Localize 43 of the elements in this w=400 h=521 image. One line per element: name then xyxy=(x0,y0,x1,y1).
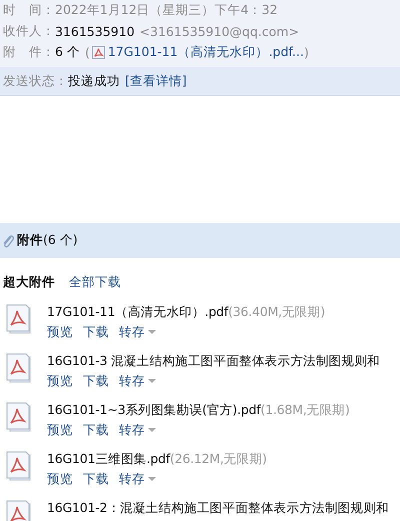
field-value: 2022年1月12日（星期三）下午4：32 xyxy=(55,2,278,19)
paren: ) xyxy=(304,45,309,60)
caret-icon xyxy=(148,428,156,432)
group-label: 超大附件 xyxy=(3,274,55,290)
status-value: 投递成功 xyxy=(68,72,120,90)
file-name: 16G101-3 混凝土结构施工图平面整体表示方法制图规则和 xyxy=(47,352,380,370)
save-to-menu[interactable]: 转存 xyxy=(119,324,156,340)
field-label: 收件人： xyxy=(3,23,55,40)
action-link[interactable]: 预览 xyxy=(47,324,73,340)
file-meta: (26.12M,无限期) xyxy=(170,450,267,466)
action-link[interactable]: 预览 xyxy=(47,470,73,488)
attachment-count: 6 个 xyxy=(55,44,80,61)
attachments-title: 附件 xyxy=(17,232,43,249)
file-name: 16G101-2：混凝土结构施工图平面整体表示方法制图规则和 xyxy=(47,500,389,516)
action-link[interactable]: 下载 xyxy=(83,324,109,340)
action-link[interactable]: 下载 xyxy=(83,372,109,390)
caret-icon xyxy=(148,379,156,383)
paperclip-icon xyxy=(2,234,14,248)
field-label: 时 间： xyxy=(3,2,55,19)
attachments-count: (6 个) xyxy=(43,232,78,249)
action-link[interactable]: 下载 xyxy=(83,470,109,488)
caret-icon xyxy=(148,477,156,481)
file-name: 16G101三维图集.pdf xyxy=(47,450,170,468)
download-all-link[interactable]: 全部下载 xyxy=(69,274,121,290)
field-label: 附 件： xyxy=(3,44,55,61)
file-name: 17G101-11（高清无水印）.pdf xyxy=(47,304,228,320)
action-link[interactable]: 预览 xyxy=(47,372,73,390)
save-to-menu[interactable]: 转存 xyxy=(119,372,156,390)
file-name: 16G101-1~3系列图集勘误(官方).pdf xyxy=(47,402,261,418)
save-to-menu[interactable]: 转存 xyxy=(119,422,156,438)
action-link[interactable]: 下载 xyxy=(83,422,109,438)
caret-icon xyxy=(148,330,156,334)
attachment-link[interactable]: 17G101-11（高清无水印）.pdf... xyxy=(108,44,304,61)
save-to-menu[interactable]: 转存 xyxy=(119,470,156,488)
recipient-name: 3161535910 xyxy=(55,24,135,39)
recipient-email: <3161535910@qq.com> xyxy=(140,24,300,39)
action-link[interactable]: 预览 xyxy=(47,422,73,438)
pdf-file-icon xyxy=(92,46,105,59)
paren: ( xyxy=(84,45,90,60)
status-label: 发送状态： xyxy=(3,72,68,90)
file-meta: (1.68M,无限期) xyxy=(260,402,350,416)
details-link[interactable]: [查看详情] xyxy=(125,72,187,90)
file-meta: (36.40M,无限期) xyxy=(228,304,326,318)
